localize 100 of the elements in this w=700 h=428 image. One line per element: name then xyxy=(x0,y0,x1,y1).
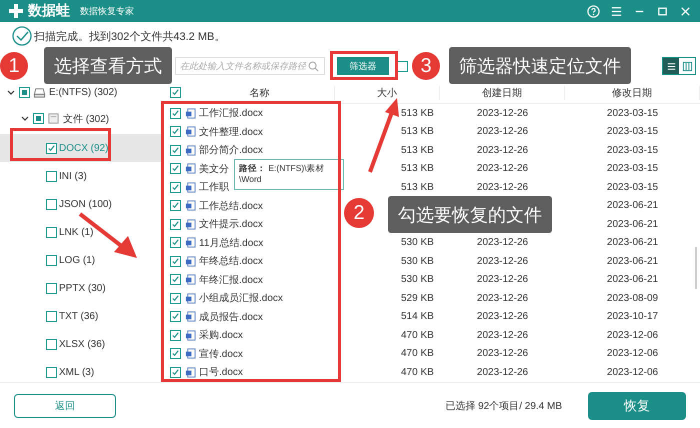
checkbox[interactable] xyxy=(170,182,180,193)
file-size: 530 KB xyxy=(401,237,434,248)
selection-summary: 已选择 92个项目/ 29.4 MB xyxy=(445,400,562,412)
checkbox[interactable] xyxy=(170,256,180,267)
tree-item[interactable]: XLSX (36) xyxy=(0,330,162,358)
callout: 勾选要恢复的文件 xyxy=(388,196,552,233)
checkbox[interactable] xyxy=(397,60,408,72)
checkbox[interactable] xyxy=(46,366,57,378)
checkbox[interactable] xyxy=(46,142,57,154)
checkbox[interactable] xyxy=(33,113,44,124)
callout: 选择查看方式 xyxy=(44,47,172,84)
checkbox[interactable] xyxy=(170,237,180,248)
checkbox[interactable] xyxy=(46,170,57,182)
step-number-badge: 1 xyxy=(0,52,28,80)
file-size: 513 KB xyxy=(401,108,434,119)
document-icon xyxy=(185,366,196,378)
tree-item[interactable]: XML (3) xyxy=(0,358,162,386)
help-icon[interactable] xyxy=(587,4,600,18)
document-icon xyxy=(185,330,196,341)
file-size: 470 KB xyxy=(401,330,434,341)
checkbox[interactable] xyxy=(46,310,57,322)
created-date: 2023-12-26 xyxy=(476,237,528,248)
file-name: 部分简介.docx xyxy=(199,144,263,158)
checkbox[interactable] xyxy=(19,87,30,98)
checkbox[interactable] xyxy=(46,254,57,266)
filter-button[interactable]: 筛选器 xyxy=(337,57,389,75)
created-date: 2023-12-26 xyxy=(476,366,528,378)
file-size: 513 KB xyxy=(401,182,434,193)
document-icon xyxy=(185,108,196,119)
file-type-label: XLSX (36) xyxy=(59,338,106,350)
scan-status: 扫描完成。找到302个文件共43.2 MB。 xyxy=(34,30,226,44)
checkbox[interactable] xyxy=(46,338,57,350)
search-field[interactable]: 在此处输入文件名称或保存路径 xyxy=(175,57,325,75)
checkbox[interactable] xyxy=(170,292,180,304)
column-header[interactable]: 创建日期 xyxy=(482,88,522,98)
created-date: 2023-12-26 xyxy=(476,274,528,286)
recover-button[interactable]: 恢复 xyxy=(588,392,686,420)
chevron-icon[interactable] xyxy=(6,88,16,98)
checkbox[interactable] xyxy=(170,144,180,156)
checkbox[interactable] xyxy=(170,274,180,286)
scrollbar-thumb[interactable] xyxy=(695,247,697,289)
tree-item[interactable]: INI (3) xyxy=(0,162,162,190)
document-icon xyxy=(185,200,196,212)
tree-item[interactable]: JSON (100) xyxy=(0,190,162,218)
checkbox[interactable] xyxy=(170,126,180,138)
file-name: 采购.docx xyxy=(199,328,243,342)
menu-icon[interactable] xyxy=(610,4,623,18)
modified-date: 2023-06-21 xyxy=(606,200,658,212)
file-type-label: XML (3) xyxy=(59,366,94,378)
checkbox[interactable] xyxy=(170,311,180,322)
step-number-badge: 2 xyxy=(344,198,374,228)
file-name: 年终总结.docx xyxy=(199,254,263,268)
search-icon[interactable] xyxy=(308,60,319,72)
document-icon xyxy=(185,163,196,174)
column-header[interactable]: 名称 xyxy=(250,88,270,98)
maximize-icon[interactable] xyxy=(656,4,669,18)
modified-date: 2023-03-15 xyxy=(606,163,658,174)
file-size: 530 KB xyxy=(401,274,434,286)
document-icon xyxy=(185,237,196,248)
file-name: 文件提示.docx xyxy=(199,218,263,232)
checkbox[interactable] xyxy=(170,108,180,119)
tree-item[interactable]: TXT (36) xyxy=(0,302,162,330)
file-size: 530 KB xyxy=(401,256,434,267)
back-button[interactable]: 返回 xyxy=(14,394,116,418)
modified-date: 2023-03-15 xyxy=(606,126,658,138)
document-icon xyxy=(185,256,196,267)
file-type-label: INI (3) xyxy=(59,170,87,182)
list-view-icon[interactable] xyxy=(663,58,679,74)
file-size: 513 KB xyxy=(401,126,434,138)
checkbox[interactable] xyxy=(46,198,57,210)
tree-item[interactable]: PPTX (30) xyxy=(0,274,162,302)
checkbox[interactable] xyxy=(170,163,180,174)
tree-item[interactable]: LOG (1) xyxy=(0,246,162,274)
modified-date: 2023-10-17 xyxy=(606,311,658,322)
checkbox[interactable] xyxy=(170,348,180,360)
column-header[interactable]: 大小 xyxy=(377,88,397,98)
close-icon[interactable] xyxy=(679,4,692,18)
column-header[interactable]: 修改日期 xyxy=(612,88,652,98)
tree-item[interactable]: LNK (1) xyxy=(0,218,162,246)
file-name: 年终汇报.docx xyxy=(199,274,263,287)
file-name: 口号.docx xyxy=(199,366,243,380)
checkbox[interactable] xyxy=(46,282,57,294)
callout: 筛选器快速定位文件 xyxy=(449,47,631,84)
checkbox[interactable] xyxy=(170,366,180,378)
checkbox[interactable] xyxy=(170,330,180,341)
modified-date: 2023-03-15 xyxy=(606,144,658,156)
step-number-badge: 3 xyxy=(412,52,440,80)
modified-date: 2023-06-21 xyxy=(606,218,658,230)
tree-item[interactable]: 文件 (302) xyxy=(63,112,110,126)
chevron-icon[interactable] xyxy=(20,114,30,124)
checkbox[interactable] xyxy=(170,87,180,98)
app-name: 数据蛙 xyxy=(28,2,70,20)
check-circle-icon xyxy=(12,26,32,46)
modified-date: 2023-06-21 xyxy=(606,256,658,267)
checkbox[interactable] xyxy=(170,200,180,212)
file-size: 513 KB xyxy=(401,144,434,156)
checkbox[interactable] xyxy=(46,226,57,238)
modified-date: 2023-12-06 xyxy=(606,366,658,378)
checkbox[interactable] xyxy=(170,218,180,230)
tree-item[interactable]: E:(NTFS) (302) xyxy=(49,87,118,98)
